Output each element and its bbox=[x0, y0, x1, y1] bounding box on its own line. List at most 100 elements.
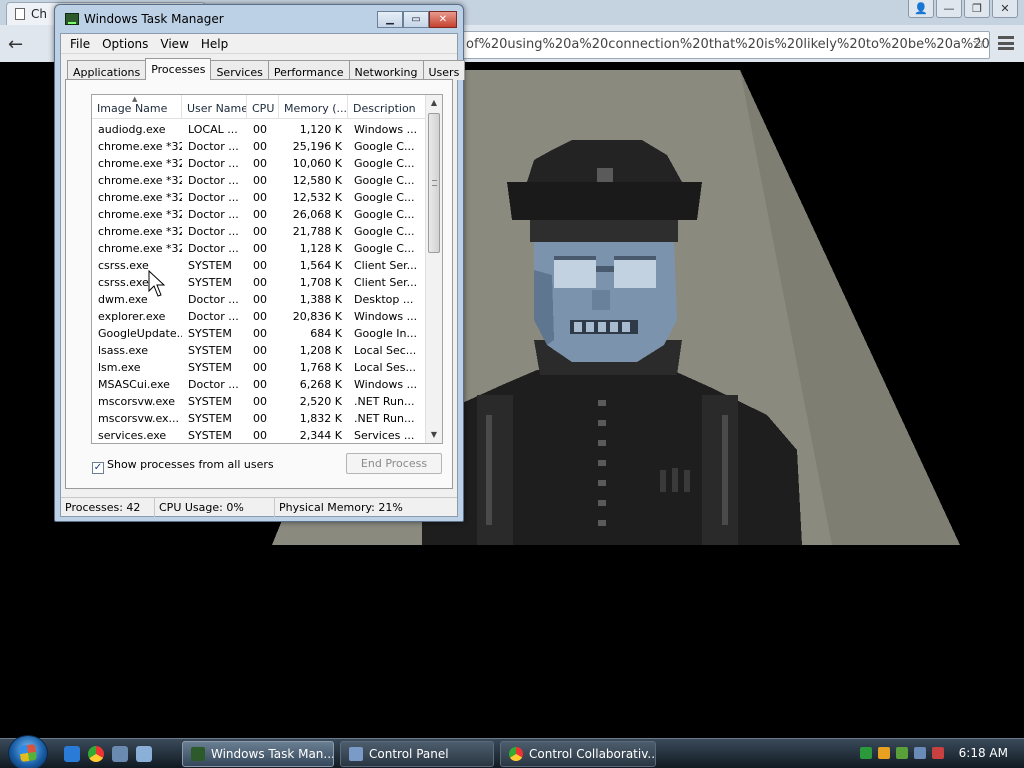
process-memory: 1,388 K bbox=[299, 293, 342, 306]
process-user-name: Doctor ... bbox=[188, 174, 239, 187]
scroll-down-arrow-icon[interactable]: ▼ bbox=[426, 427, 442, 443]
taskbar-task-manager[interactable]: Windows Task Man... bbox=[182, 741, 334, 767]
process-memory: 21,788 K bbox=[292, 225, 342, 238]
tray-app-icon[interactable] bbox=[860, 747, 872, 759]
security-check-icon[interactable] bbox=[896, 747, 908, 759]
ie-icon[interactable] bbox=[64, 746, 80, 762]
process-row[interactable]: explorer.exe Doctor ... 00 20,836 K Windows … bbox=[92, 308, 426, 325]
process-row[interactable]: audiodg.exe LOCAL ... 00 1,120 K Windows ... bbox=[92, 121, 426, 138]
arm-stripe-left bbox=[486, 415, 492, 525]
switch-windows-icon[interactable] bbox=[136, 746, 152, 762]
tab-processes[interactable]: Processes bbox=[145, 58, 212, 80]
close-button[interactable]: ✕ bbox=[992, 0, 1018, 18]
process-memory: 1,128 K bbox=[299, 242, 342, 255]
process-rows: audiodg.exe LOCAL ... 00 1,120 K Windows ...… bbox=[92, 121, 426, 443]
process-row[interactable]: chrome.exe *32 Doctor ... 00 10,060 K Google… bbox=[92, 155, 426, 172]
column-image-name[interactable]: ▲ Image Name bbox=[92, 95, 182, 119]
show-desktop-icon[interactable] bbox=[112, 746, 128, 762]
process-description: Google C... bbox=[354, 191, 415, 204]
process-row[interactable]: MSASCui.exe Doctor ... 00 6,268 K Windows ..… bbox=[92, 376, 426, 393]
bookmark-star-icon[interactable]: ☆ bbox=[972, 33, 986, 52]
process-image-name: chrome.exe *32 bbox=[98, 191, 182, 204]
scroll-up-arrow-icon[interactable]: ▲ bbox=[426, 95, 442, 111]
process-row[interactable]: mscorsvw.exe SYSTEM 00 2,520 K .NET Run... bbox=[92, 393, 426, 410]
process-row[interactable]: services.exe SYSTEM 00 2,344 K Services ... bbox=[92, 427, 426, 443]
process-cpu: 00 bbox=[253, 276, 267, 289]
tab-users[interactable]: Users bbox=[422, 60, 466, 80]
process-row[interactable]: dwm.exe Doctor ... 00 1,388 K Desktop ... bbox=[92, 291, 426, 308]
minimize-button[interactable]: — bbox=[936, 0, 962, 18]
shoulder-left bbox=[477, 395, 513, 545]
close-button[interactable]: ✕ bbox=[429, 11, 457, 28]
process-image-name: chrome.exe *32 bbox=[98, 157, 182, 170]
process-user-name: Doctor ... bbox=[188, 293, 239, 306]
chrome-icon[interactable] bbox=[88, 746, 104, 762]
shield-icon[interactable] bbox=[878, 747, 890, 759]
process-row[interactable]: csrss.exe SYSTEM 00 1,708 K Client Ser... bbox=[92, 274, 426, 291]
restore-button[interactable]: ❐ bbox=[964, 0, 990, 18]
arm-stripe-right bbox=[722, 415, 728, 525]
process-row[interactable]: chrome.exe *32 Doctor ... 00 21,788 K Google… bbox=[92, 223, 426, 240]
process-row[interactable]: chrome.exe *32 Doctor ... 00 26,068 K Google… bbox=[92, 206, 426, 223]
show-all-users-checkbox[interactable]: ✓ Show processes from all users bbox=[92, 458, 274, 474]
tab-applications[interactable]: Applications bbox=[67, 60, 147, 80]
process-row[interactable]: csrss.exe SYSTEM 00 1,564 K Client Ser... bbox=[92, 257, 426, 274]
column-description[interactable]: Description bbox=[348, 95, 426, 119]
clock[interactable]: 6:18 AM bbox=[959, 746, 1008, 760]
tab-networking[interactable]: Networking bbox=[348, 60, 424, 80]
task-manager-window: Windows Task Manager ▁ ▭ ✕ File Options … bbox=[54, 4, 466, 522]
menu-help[interactable]: Help bbox=[196, 34, 235, 53]
taskbar-chrome[interactable]: Control Collaborativ... bbox=[500, 741, 656, 767]
shoulder-right bbox=[702, 395, 738, 545]
menu-file[interactable]: File bbox=[65, 34, 97, 53]
user-icon[interactable]: 👤 bbox=[908, 0, 934, 18]
network-icon[interactable] bbox=[914, 747, 926, 759]
process-description: Windows ... bbox=[354, 123, 418, 136]
column-user-name[interactable]: User Name bbox=[182, 95, 247, 119]
process-user-name: Doctor ... bbox=[188, 242, 239, 255]
browser-tab-title: Ch bbox=[31, 7, 47, 21]
title-bar[interactable]: Windows Task Manager ▁ ▭ ✕ bbox=[55, 5, 463, 33]
start-button[interactable] bbox=[8, 735, 48, 768]
process-row[interactable]: mscorsvw.ex... SYSTEM 00 1,832 K .NET Run... bbox=[92, 410, 426, 427]
glasses-frame-left bbox=[554, 256, 596, 260]
process-row[interactable]: GoogleUpdate... SYSTEM 00 684 K Google In... bbox=[92, 325, 426, 342]
process-image-name: chrome.exe *32 bbox=[98, 225, 182, 238]
menu-view[interactable]: View bbox=[155, 34, 195, 53]
process-row[interactable]: chrome.exe *32 Doctor ... 00 12,580 K Google… bbox=[92, 172, 426, 189]
process-row[interactable]: chrome.exe *32 Doctor ... 00 12,532 K Google… bbox=[92, 189, 426, 206]
column-cpu[interactable]: CPU bbox=[247, 95, 279, 119]
menu-options[interactable]: Options bbox=[97, 34, 155, 53]
process-user-name: Doctor ... bbox=[188, 310, 239, 323]
process-memory: 2,344 K bbox=[299, 429, 342, 442]
tab-services[interactable]: Services bbox=[210, 60, 269, 80]
tab-performance[interactable]: Performance bbox=[267, 60, 350, 80]
back-arrow-icon[interactable]: ← bbox=[8, 34, 23, 55]
vertical-scrollbar[interactable]: ▲ ▼ bbox=[425, 95, 442, 443]
checkbox-box[interactable]: ✓ bbox=[92, 462, 104, 474]
cap-band bbox=[530, 220, 678, 242]
status-cpu: CPU Usage: 0% bbox=[155, 498, 275, 517]
status-processes: Processes: 42 bbox=[61, 498, 155, 517]
taskbar-control-panel[interactable]: Control Panel bbox=[340, 741, 494, 767]
process-list[interactable]: ▲ Image Name User Name CPU Memory (... De… bbox=[91, 94, 443, 444]
browser-window-controls: 👤 — ❐ ✕ bbox=[908, 0, 1018, 20]
menu-icon[interactable] bbox=[998, 36, 1014, 50]
process-description: Google C... bbox=[354, 140, 415, 153]
process-row[interactable]: chrome.exe *32 Doctor ... 00 1,128 K Google … bbox=[92, 240, 426, 257]
uniform-pocket bbox=[660, 468, 690, 492]
process-row[interactable]: chrome.exe *32 Doctor ... 00 25,196 K Google… bbox=[92, 138, 426, 155]
page-icon bbox=[15, 8, 25, 20]
process-row[interactable]: lsm.exe SYSTEM 00 1,768 K Local Ses... bbox=[92, 359, 426, 376]
process-description: Local Sec... bbox=[354, 344, 417, 357]
volume-muted-icon[interactable] bbox=[932, 747, 944, 759]
column-memory[interactable]: Memory (... bbox=[279, 95, 348, 119]
minimize-button[interactable]: ▁ bbox=[377, 11, 403, 28]
maximize-button[interactable]: ▭ bbox=[403, 11, 429, 28]
scroll-thumb[interactable] bbox=[428, 113, 440, 253]
end-process-button[interactable]: End Process bbox=[346, 453, 442, 474]
process-row[interactable]: lsass.exe SYSTEM 00 1,208 K Local Sec... bbox=[92, 342, 426, 359]
process-memory: 1,208 K bbox=[299, 344, 342, 357]
process-image-name: GoogleUpdate... bbox=[98, 327, 182, 340]
nose bbox=[592, 290, 610, 310]
